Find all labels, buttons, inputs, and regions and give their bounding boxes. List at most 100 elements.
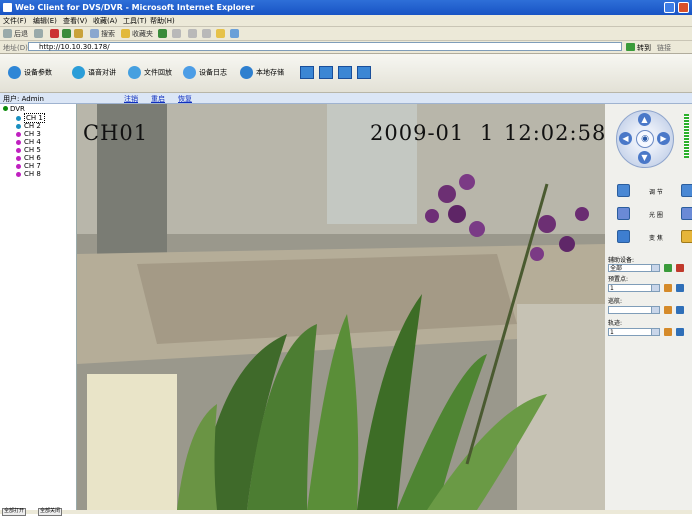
iris-close-button[interactable]	[681, 207, 692, 220]
address-bar: 地址(D) http://10.10.30.178/ 转到 链接	[0, 41, 692, 54]
refresh-icon[interactable]	[62, 29, 71, 38]
tree-item-label: CH 6	[24, 154, 41, 162]
favorites-label[interactable]: 收藏夹	[132, 29, 153, 39]
osd-channel: CH01	[83, 121, 149, 145]
tree-item-ch4[interactable]: CH 4	[16, 138, 41, 146]
user-label: 用户: Admin	[3, 95, 44, 103]
layout-1x1-button[interactable]	[300, 66, 314, 79]
zoom-in-button[interactable]	[617, 230, 630, 243]
history-icon[interactable]	[172, 29, 181, 38]
aux-off-icon[interactable]	[676, 264, 684, 272]
tree-item-ch7[interactable]: CH 7	[16, 162, 41, 170]
cruise-select[interactable]	[608, 306, 660, 314]
file-playback-icon	[128, 66, 141, 79]
video-view[interactable]: CH01 2009-01 1 12:02:58	[77, 104, 605, 510]
favorites-icon[interactable]	[121, 29, 130, 38]
local-storage-button[interactable]: 本地存储	[240, 66, 284, 80]
track-label: 轨迹:	[608, 320, 623, 327]
back-icon[interactable]	[3, 29, 12, 38]
minimize-button[interactable]	[664, 2, 675, 13]
cruise-edit-icon[interactable]	[664, 306, 672, 314]
camera-icon	[16, 139, 21, 145]
ptz-down-icon[interactable]: ▼	[638, 151, 651, 164]
ptz-direction-pad: ▲ ▼ ◀ ▶ ◉	[616, 110, 674, 168]
device-log-button[interactable]: 设备日志	[183, 66, 227, 80]
osd-day: 1	[480, 121, 495, 145]
signal-meter	[684, 114, 689, 158]
cruise-start-icon[interactable]	[676, 306, 684, 314]
tree-item-ch2[interactable]: CH 2	[16, 122, 41, 130]
voice-talk-button[interactable]: 语音对讲	[72, 66, 116, 80]
ptz-panel: ▲ ▼ ◀ ▶ ◉ 调 节 光 圈 变 焦 辅助设备: 全部 预置点: 1 巡航…	[605, 104, 692, 510]
print-icon[interactable]	[202, 29, 211, 38]
tree-item-ch8[interactable]: CH 8	[16, 170, 41, 178]
preset-edit-icon[interactable]	[664, 284, 672, 292]
menu-help[interactable]: 帮助(H)	[150, 16, 175, 26]
tree-item-ch1[interactable]: CH 1	[16, 113, 45, 123]
layout-3x3-button[interactable]	[338, 66, 352, 79]
ie-icon	[3, 3, 12, 12]
ptz-center-icon[interactable]: ◉	[636, 130, 654, 148]
address-input[interactable]: http://10.10.30.178/	[28, 42, 622, 51]
dropdown-arrow-icon	[651, 307, 659, 313]
cruise-label: 巡航:	[608, 298, 623, 305]
track-start-icon[interactable]	[676, 328, 684, 336]
go-icon[interactable]	[626, 43, 635, 51]
track-select[interactable]: 1	[608, 328, 660, 336]
tree-item-ch6[interactable]: CH 6	[16, 154, 41, 162]
file-playback-button[interactable]: 文件回放	[128, 66, 172, 80]
folder-icon[interactable]	[216, 29, 225, 38]
aux-on-icon[interactable]	[664, 264, 672, 272]
mail-icon[interactable]	[188, 29, 197, 38]
tree-root-dvr[interactable]: DVR	[3, 105, 25, 113]
ptz-left-icon[interactable]: ◀	[619, 132, 632, 145]
search-icon[interactable]	[90, 29, 99, 38]
preset-select[interactable]: 1	[608, 284, 660, 292]
ptz-right-icon[interactable]: ▶	[657, 132, 670, 145]
reboot-link[interactable]: 重启	[151, 94, 165, 104]
search-label[interactable]: 搜索	[101, 29, 115, 39]
device-params-button[interactable]: 设备参数	[8, 66, 52, 80]
menu-file[interactable]: 文件(F)	[3, 16, 27, 26]
menu-tools[interactable]: 工具(T)	[123, 16, 147, 26]
file-playback-label: 文件回放	[144, 68, 172, 77]
restore-link[interactable]: 恢复	[178, 94, 192, 104]
layout-2x2-button[interactable]	[319, 66, 333, 79]
back-label[interactable]: 后退	[14, 29, 28, 39]
track-edit-icon[interactable]	[664, 328, 672, 336]
aux-device-select[interactable]: 全部	[608, 264, 660, 272]
logout-link[interactable]: 注销	[124, 94, 138, 104]
zoom-out-button[interactable]	[681, 230, 692, 243]
messenger-icon[interactable]	[230, 29, 239, 38]
stop-icon[interactable]	[50, 29, 59, 38]
app-toolbar: 设备参数 语音对讲 文件回放 设备日志 本地存储	[0, 54, 692, 93]
close-button[interactable]	[678, 2, 689, 13]
channel-tree: DVR CH 1 CH 2 CH 3 CH 4 CH 5 CH 6 CH 7 C…	[0, 104, 77, 510]
tree-item-label: CH 8	[24, 170, 41, 178]
menu-edit[interactable]: 编辑(E)	[33, 16, 57, 26]
media-icon[interactable]	[158, 29, 167, 38]
address-label: 地址(D)	[3, 44, 28, 52]
camera-icon	[16, 123, 21, 129]
focus-near-button[interactable]	[617, 184, 630, 197]
go-label[interactable]: 转到	[637, 43, 651, 53]
layout-4x4-button[interactable]	[357, 66, 371, 79]
video-frame-image	[77, 104, 605, 510]
aux-device-value: 全部	[610, 265, 623, 272]
iris-open-button[interactable]	[617, 207, 630, 220]
menu-view[interactable]: 查看(V)	[63, 16, 87, 26]
forward-icon[interactable]	[34, 29, 43, 38]
preset-call-icon[interactable]	[676, 284, 684, 292]
window-title: Web Client for DVS/DVR - Microsoft Inter…	[15, 3, 255, 12]
menu-bar: 文件(F) 编辑(E) 查看(V) 收藏(A) 工具(T) 帮助(H)	[0, 15, 692, 27]
focus-far-button[interactable]	[681, 184, 692, 197]
open-all-button[interactable]: 全部打开	[2, 508, 27, 516]
close-all-button[interactable]: 全部关闭	[38, 508, 63, 516]
ptz-up-icon[interactable]: ▲	[638, 113, 651, 126]
tree-item-ch5[interactable]: CH 5	[16, 146, 41, 154]
tree-item-label: CH 5	[24, 146, 41, 154]
menu-favorites[interactable]: 收藏(A)	[93, 16, 117, 26]
links-label[interactable]: 链接	[657, 43, 671, 53]
home-icon[interactable]	[74, 29, 83, 38]
tree-item-ch3[interactable]: CH 3	[16, 130, 41, 138]
